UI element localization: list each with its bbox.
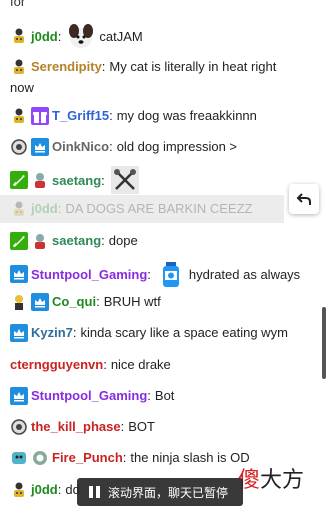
chat-username[interactable]: saetang xyxy=(52,170,101,191)
subscriber-badge-icon[interactable] xyxy=(10,292,28,311)
watermark: 傻大方 xyxy=(238,468,305,493)
prime-crown-icon[interactable] xyxy=(31,137,49,156)
subscriber-badge-icon[interactable] xyxy=(31,171,49,189)
chat-message-text: kinda scary like a space eating wym xyxy=(80,325,288,340)
chat-message[interactable]: Stuntpool_Gaming: hydrated as always xyxy=(10,260,315,288)
chat-username[interactable]: Serendipity xyxy=(31,56,102,77)
username-separator: : xyxy=(103,357,107,372)
reply-arrow-icon xyxy=(296,193,311,205)
username-separator: : xyxy=(109,108,113,123)
prime-crown-icon[interactable] xyxy=(10,386,28,405)
chat-message[interactable]: Serendipity: My cat is literally in heat … xyxy=(10,56,315,98)
username-separator: : xyxy=(122,450,127,465)
chat-message[interactable]: saetang: xyxy=(10,166,315,194)
chat-paused-banner[interactable]: 滚动界面，聊天已暂停 xyxy=(77,478,243,506)
subscriber-badge-icon[interactable] xyxy=(10,57,28,76)
subscriber-badge-icon[interactable] xyxy=(10,417,28,436)
username-separator: : xyxy=(101,59,106,74)
username-separator: : xyxy=(57,28,62,44)
dog-emote-icon[interactable] xyxy=(67,22,95,50)
prime-crown-icon[interactable] xyxy=(10,265,28,283)
chat-message-text: catJAM xyxy=(99,28,143,44)
chat-message[interactable]: T_Griff15: my dog was freaakkinnn xyxy=(10,105,315,126)
chat-message[interactable]: cterngguyenvn: nice drake xyxy=(10,354,315,375)
chat-username[interactable]: Stuntpool_Gaming xyxy=(31,385,147,406)
chat-message[interactable]: saetang: dope xyxy=(10,230,315,251)
chat-message[interactable]: Stuntpool_Gaming: Bot xyxy=(10,385,315,406)
chat-message[interactable]: j0dd: catJAM xyxy=(10,22,315,50)
chat-username[interactable]: OinkNico xyxy=(52,136,109,157)
chat-message-text: hydrated as always xyxy=(188,266,301,282)
chat-username[interactable]: the_kill_phase xyxy=(31,416,121,437)
subscriber-badge-icon[interactable] xyxy=(10,106,28,125)
reply-button[interactable] xyxy=(289,184,319,214)
subscriber-badge-icon[interactable] xyxy=(31,231,49,250)
username-separator: : xyxy=(147,266,151,282)
chat-paused-label: 滚动界面，聊天已暂停 xyxy=(108,485,229,500)
chat-username[interactable]: cterngguyenvn xyxy=(10,354,103,375)
moderator-sword-icon[interactable] xyxy=(10,231,28,250)
gift-badge-icon[interactable] xyxy=(31,106,49,125)
prime-crown-icon[interactable] xyxy=(10,323,28,342)
username-separator: : xyxy=(101,233,105,248)
chat-username[interactable]: j0dd xyxy=(31,26,58,47)
username-separator: : xyxy=(109,139,113,154)
subscriber-badge-icon[interactable] xyxy=(31,448,49,467)
username-separator: : xyxy=(147,388,151,403)
chat-message-text-continued: now xyxy=(10,80,34,95)
chat-username[interactable]: Stuntpool_Gaming xyxy=(31,264,147,285)
chat-username[interactable]: Co_qui xyxy=(52,291,96,312)
chat-message[interactable]: OinkNico: old dog impression > xyxy=(10,136,315,157)
chat-panel[interactable]: for j0dd: catJAM Serendipity: My cat is lit… xyxy=(0,0,329,514)
prime-crown-icon[interactable] xyxy=(31,292,49,311)
username-separator: : xyxy=(96,294,100,309)
chat-message[interactable]: the_kill_phase: BOT xyxy=(10,416,315,437)
username-separator: : xyxy=(72,325,77,340)
chat-message-text: my dog was freaakkinnn xyxy=(116,108,257,123)
username-separator: : xyxy=(101,172,105,188)
chat-message-text: the ninja slash is OD xyxy=(130,450,250,465)
chat-username[interactable]: Kyzin7 xyxy=(31,322,73,343)
scrollbar-thumb[interactable] xyxy=(322,307,326,379)
chat-message-text: Bot xyxy=(154,388,175,403)
chat-message-text: old dog impression > xyxy=(116,139,238,154)
pause-icon xyxy=(89,486,100,498)
chat-message[interactable]: Kyzin7: kinda scary like a space eating w… xyxy=(10,322,315,343)
subscriber-badge-icon[interactable] xyxy=(10,480,28,499)
moderator-sword-icon[interactable] xyxy=(10,171,28,189)
chat-message-text: BRUH wtf xyxy=(103,294,161,309)
username-separator: : xyxy=(57,482,62,497)
chat-username[interactable]: j0dd xyxy=(31,479,58,500)
subscriber-badge-icon[interactable] xyxy=(10,448,28,467)
chat-username[interactable]: saetang xyxy=(52,230,101,251)
subscriber-badge-icon[interactable] xyxy=(10,137,28,156)
chat-message-text: BOT xyxy=(128,419,155,434)
chat-username[interactable]: T_Griff15 xyxy=(52,105,109,126)
chat-message-text: dope xyxy=(108,233,138,248)
truncated-text: for xyxy=(10,0,26,9)
subscriber-badge-icon[interactable] xyxy=(10,27,28,45)
chat-message-text: nice drake xyxy=(110,357,171,372)
chat-message-text: My cat is literally in heat right xyxy=(109,59,277,74)
username-separator: : xyxy=(120,419,125,434)
chat-message[interactable]: Co_qui: BRUH wtf xyxy=(10,291,315,312)
chat-username[interactable]: Fire_Punch xyxy=(52,447,123,468)
crossed-swords-emote-icon[interactable] xyxy=(110,166,139,194)
hovered-message-highlight xyxy=(0,195,284,223)
water-bottle-emote-icon[interactable] xyxy=(157,260,185,288)
